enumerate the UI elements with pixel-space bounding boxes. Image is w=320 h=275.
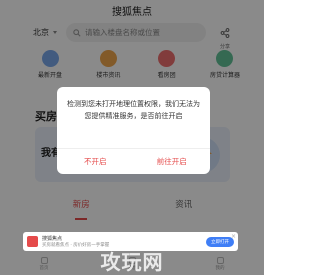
open-app-button[interactable]: 立即打开 [206,236,234,247]
go-enable-button[interactable]: 前往开启 [134,149,211,174]
location-permission-dialog: 检测到您未打开地理位置权限，我们无法为您提供精准服务，是否前往开启 不开启 前往… [57,87,210,174]
watermark: 攻玩网 [100,250,164,274]
cancel-button[interactable]: 不开启 [57,149,134,174]
close-icon[interactable]: × [231,233,236,240]
dialog-message: 检测到您未打开地理位置权限，我们无法为您提供精准服务，是否前往开启 [67,100,200,120]
notice-app-name: 搜狐焦点 [42,236,63,242]
dialog-actions: 不开启 前往开启 [57,148,210,174]
